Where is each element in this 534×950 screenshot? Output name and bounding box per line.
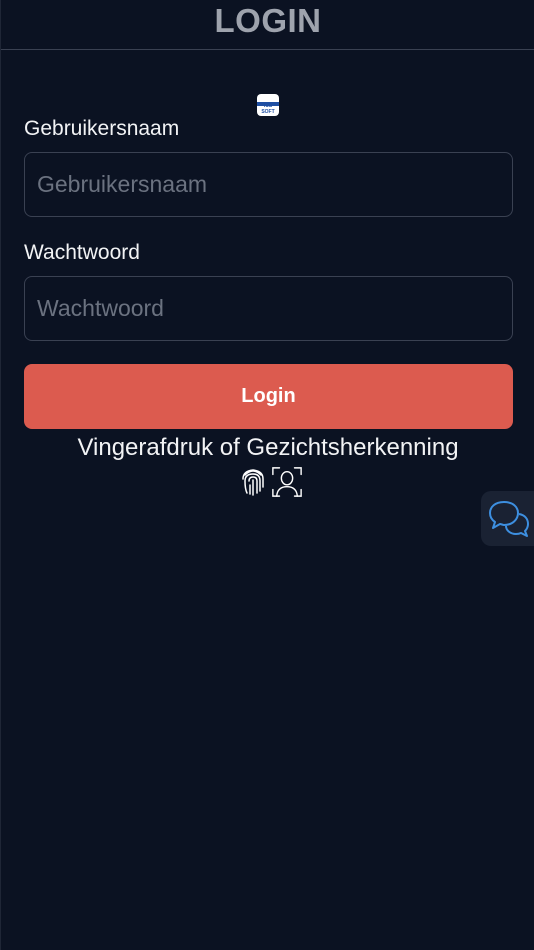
username-input[interactable] <box>24 152 513 217</box>
page-title: LOGIN <box>214 1 322 39</box>
app-logo: ICS SOFT <box>257 94 279 116</box>
login-screen: LOGIN ICS SOFT Gebruikersnaam Wachtwoord… <box>0 0 534 950</box>
biometric-login-text[interactable]: Vingerafdruk of Gezichtsherkenning <box>1 434 534 462</box>
header-bar: LOGIN <box>1 0 534 50</box>
login-button[interactable]: Login <box>24 364 513 429</box>
chat-bubbles-icon <box>489 500 529 537</box>
password-input[interactable] <box>24 276 513 341</box>
logo-text: ICS SOFT <box>261 103 275 115</box>
fingerprint-icon[interactable] <box>237 465 269 499</box>
username-label: Gebruikersnaam <box>24 117 180 140</box>
biometric-icons <box>237 465 303 501</box>
chat-button[interactable] <box>481 491 534 546</box>
face-id-icon[interactable] <box>271 465 303 499</box>
password-label: Wachtwoord <box>24 241 140 264</box>
